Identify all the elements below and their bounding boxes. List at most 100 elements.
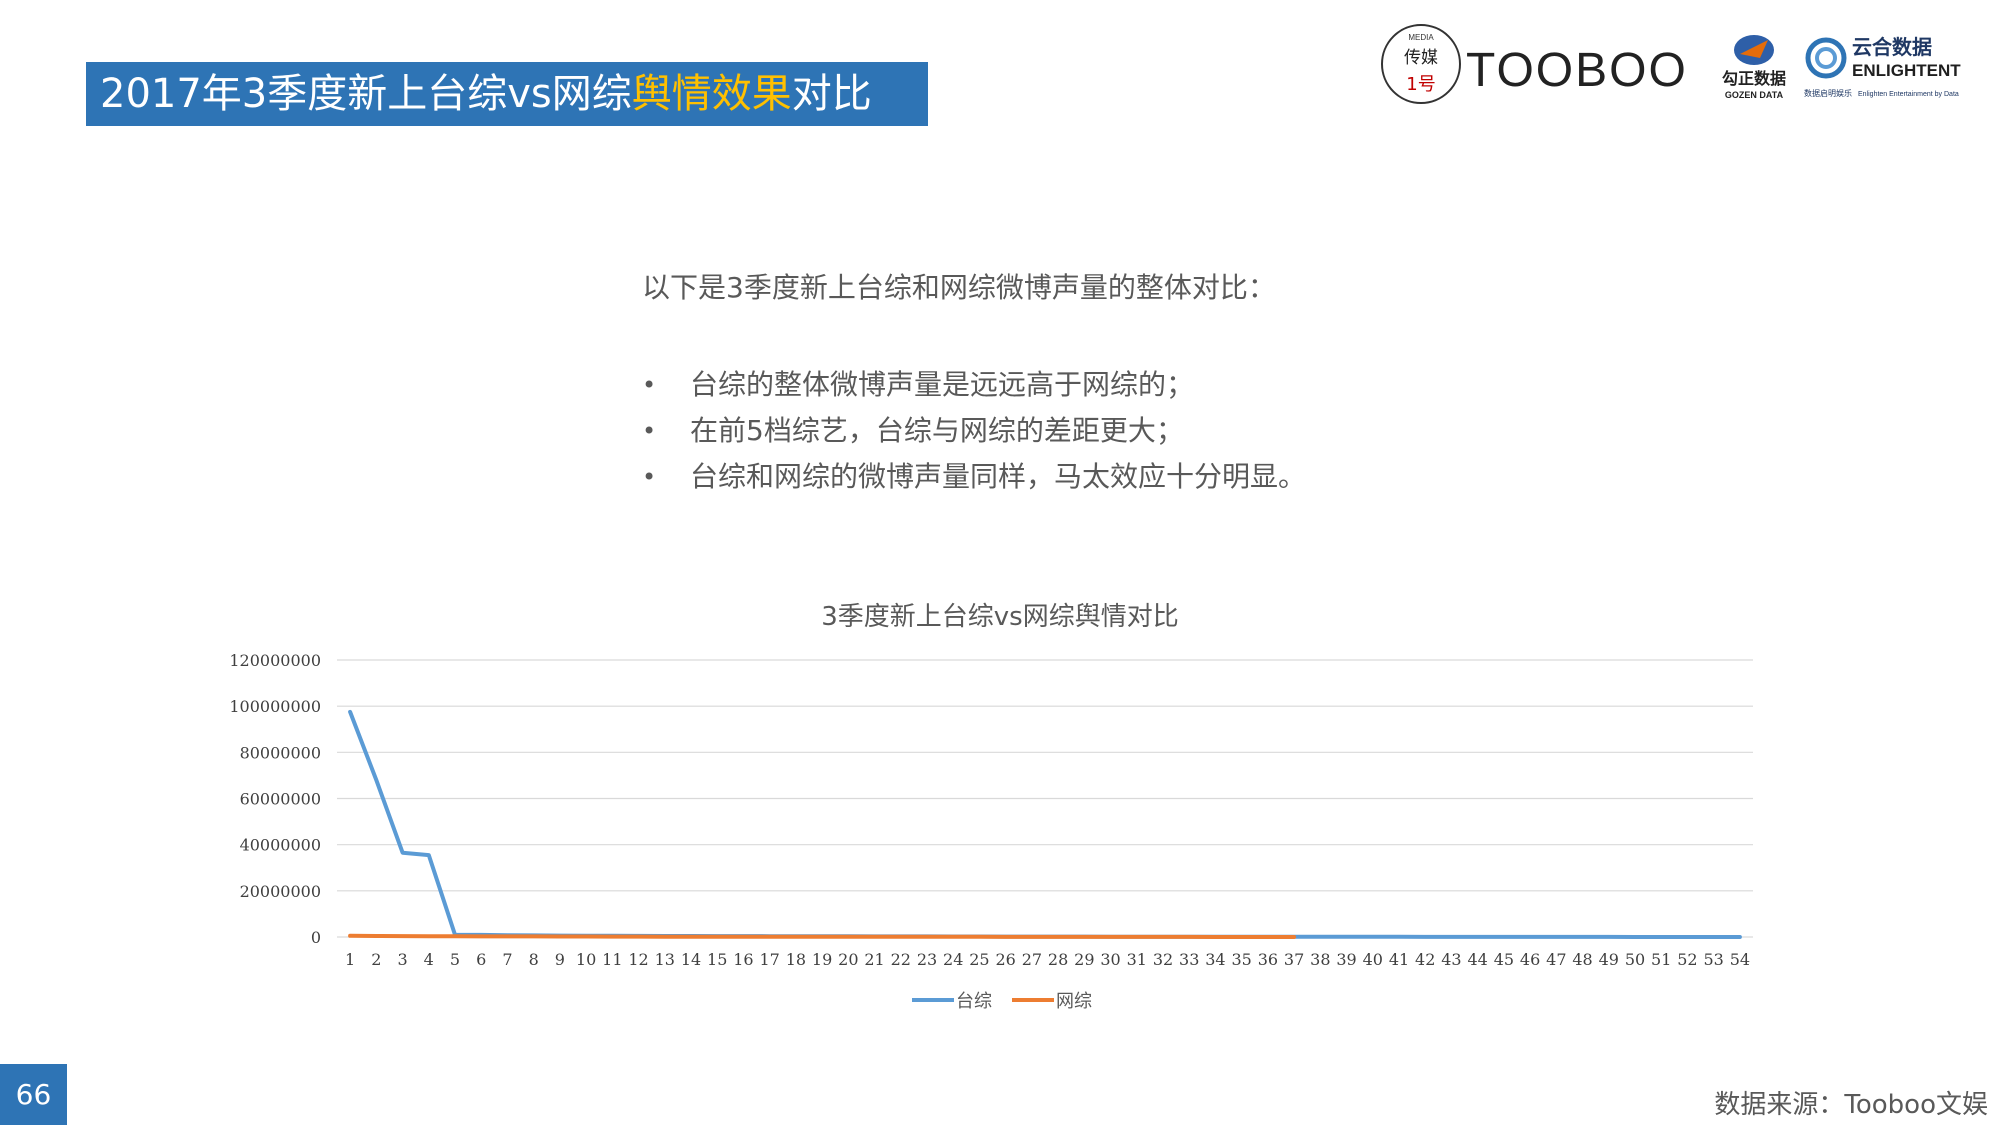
x-tick-label: 50 — [1625, 950, 1645, 969]
title-highlight: 舆情效果 — [631, 71, 792, 117]
x-tick-label: 1 — [345, 950, 355, 969]
legend-label: 台综 — [956, 991, 992, 1012]
x-tick-label: 49 — [1599, 950, 1619, 969]
bullet-dot: • — [642, 417, 657, 445]
series-line — [348, 709, 1742, 939]
enlight-logo-cn: 云合数据 — [1852, 35, 1932, 59]
line-chart: 3季度新上台综vs网综舆情对比 0 20000000 40000000 60000000… — [229, 602, 1753, 1012]
media-logo-num: 1号 — [1406, 74, 1435, 95]
x-tick-label: 42 — [1415, 950, 1435, 969]
x-tick-label: 29 — [1074, 950, 1094, 969]
title-suffix: 对比 — [791, 71, 872, 117]
media-logo-name: 传媒 — [1404, 48, 1438, 68]
y-tick-label: 20000000 — [240, 882, 321, 901]
x-tick-label: 6 — [476, 950, 486, 969]
gozen-logo: 勾正数据 GOZEN DATA — [1722, 35, 1786, 100]
title-bar: 2017年3季度新上台综vs网综舆情效果对比 — [86, 62, 928, 126]
x-tick-label: 9 — [555, 950, 565, 969]
x-tick-label: 23 — [917, 950, 937, 969]
x-tick-label: 11 — [602, 950, 622, 969]
x-tick-label: 14 — [681, 950, 701, 969]
y-tick-label: 0 — [311, 928, 321, 947]
x-tick-label: 18 — [786, 950, 806, 969]
x-tick-label: 36 — [1258, 950, 1278, 969]
x-tick-label: 25 — [969, 950, 989, 969]
y-tick-label: 100000000 — [229, 697, 321, 716]
enlight-logo: 云合数据 ENLIGHTENT 数据启明娱乐 Enlighten Enterta… — [1804, 35, 1961, 98]
x-tick-label: 37 — [1284, 950, 1304, 969]
x-tick-label: 7 — [502, 950, 512, 969]
x-tick-label: 20 — [838, 950, 858, 969]
x-tick-label: 16 — [733, 950, 753, 969]
page-title: 2017年3季度新上台综vs网综舆情效果对比 — [100, 68, 872, 120]
y-tick-label: 40000000 — [240, 836, 321, 855]
intro-text: 以下是3季度新上台综和网综微博声量的整体对比： — [642, 271, 1276, 304]
y-tick-label: 120000000 — [229, 651, 321, 670]
bullet-list: • 台综的整体微博声量是远远高于网综的； • 在前5档综艺，台综与网综的差距更大… — [642, 362, 1306, 500]
x-tick-label: 35 — [1231, 950, 1251, 969]
x-tick-label: 4 — [424, 950, 434, 969]
x-tick-label: 46 — [1520, 950, 1540, 969]
y-tick-label: 80000000 — [240, 743, 321, 762]
page-number: 66 — [0, 1064, 67, 1125]
x-tick-label: 19 — [812, 950, 832, 969]
x-tick-label: 54 — [1730, 950, 1750, 969]
x-tick-label: 26 — [995, 950, 1015, 969]
x-tick-label: 10 — [576, 950, 596, 969]
x-tick-label: 13 — [655, 950, 675, 969]
partner-logos: MEDIA 传媒 1号 TOOBOO 勾正数据 GOZEN DATA 云合数据 … — [1381, 24, 1961, 104]
x-tick-label: 53 — [1703, 950, 1723, 969]
x-tick-label: 24 — [943, 950, 963, 969]
x-tick-label: 41 — [1389, 950, 1409, 969]
x-tick-label: 2 — [371, 950, 381, 969]
x-tick-label: 43 — [1441, 950, 1461, 969]
x-tick-label: 15 — [707, 950, 727, 969]
enlight-logo-mark — [1805, 37, 1847, 79]
x-tick-label: 21 — [864, 950, 884, 969]
data-source: 数据来源：Tooboo文娱 — [1714, 1090, 1988, 1120]
gozen-logo-en: GOZEN DATA — [1725, 90, 1784, 100]
x-tick-label: 47 — [1546, 950, 1566, 969]
x-tick-label: 32 — [1153, 950, 1173, 969]
title-prefix: 2017年3季度新上台综vs网综 — [100, 71, 632, 117]
x-tick-label: 8 — [529, 950, 539, 969]
x-tick-label: 3 — [397, 950, 407, 969]
bullet-text: 台综的整体微博声量是远远高于网综的； — [690, 368, 1195, 401]
enlight-logo-sub-en: Enlighten Entertainment by Data — [1858, 91, 1959, 98]
bullet-item: • 台综和网综的微博声量同样，马太效应十分明显。 — [642, 454, 1306, 500]
x-tick-label: 48 — [1572, 950, 1592, 969]
media-logo: MEDIA 传媒 1号 — [1381, 24, 1461, 104]
gozen-logo-cn: 勾正数据 — [1722, 69, 1786, 88]
bullet-dot: • — [642, 463, 657, 491]
x-tick-label: 51 — [1651, 950, 1671, 969]
enlight-logo-en: ENLIGHTENT — [1852, 61, 1961, 80]
bullet-text: 台综和网综的微博声量同样，马太效应十分明显。 — [690, 460, 1307, 493]
bullet-text: 在前5档综艺，台综与网综的差距更大； — [690, 414, 1184, 447]
chart-title: 3季度新上台综vs网综舆情对比 — [821, 602, 1178, 632]
bullet-dot: • — [642, 371, 657, 399]
x-tick-label: 12 — [628, 950, 648, 969]
x-tick-label: 31 — [1127, 950, 1147, 969]
x-tick-label: 28 — [1048, 950, 1068, 969]
x-tick-label: 52 — [1677, 950, 1697, 969]
bullet-item: • 在前5档综艺，台综与网综的差距更大； — [642, 408, 1306, 454]
enlight-logo-sub-cn: 数据启明娱乐 — [1804, 88, 1852, 98]
x-tick-label: 30 — [1100, 950, 1120, 969]
x-tick-label: 22 — [891, 950, 911, 969]
x-tick-label: 27 — [1022, 950, 1042, 969]
x-tick-label: 17 — [759, 950, 779, 969]
chart-container: 3季度新上台综vs网综舆情对比 0 20000000 40000000 60000000… — [0, 580, 2000, 1030]
bullet-item: • 台综的整体微博声量是远远高于网综的； — [642, 362, 1306, 408]
media-logo-small: MEDIA — [1408, 33, 1434, 42]
series-line — [348, 933, 1297, 939]
x-tick-label: 33 — [1179, 950, 1199, 969]
x-tick-label: 40 — [1363, 950, 1383, 969]
x-tick-label: 34 — [1205, 950, 1225, 969]
y-tick-label: 60000000 — [240, 790, 321, 809]
legend-label: 网综 — [1056, 991, 1092, 1012]
x-tick-label: 45 — [1494, 950, 1514, 969]
x-tick-label: 44 — [1467, 950, 1487, 969]
tooboo-logo: TOOBOO — [1466, 44, 1688, 97]
x-tick-label: 38 — [1310, 950, 1330, 969]
x-tick-label: 5 — [450, 950, 460, 969]
